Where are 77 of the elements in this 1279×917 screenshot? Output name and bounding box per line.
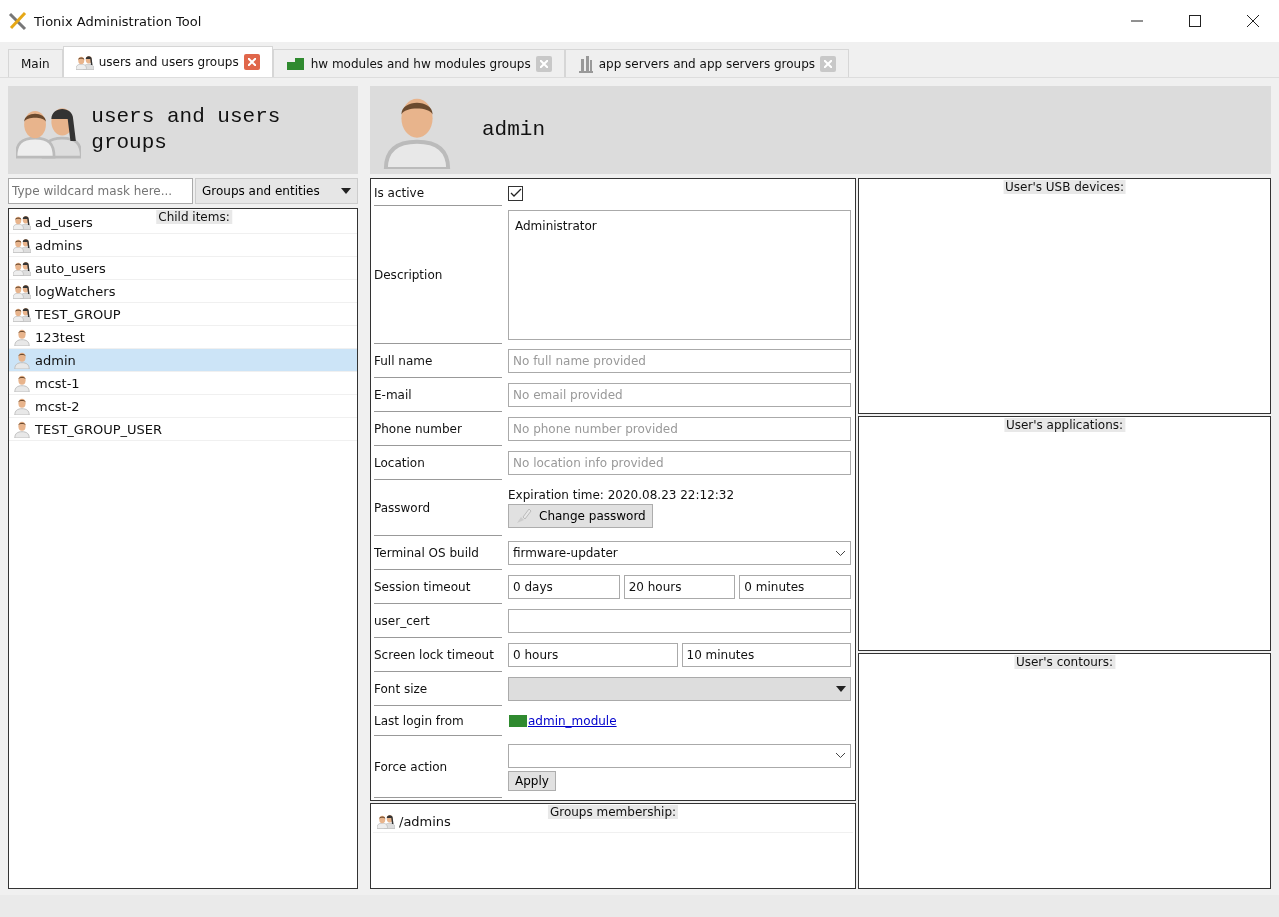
dropdown[interactable]: firmware-updater	[508, 541, 851, 565]
detail-title: admin	[482, 116, 545, 143]
input-field[interactable]: 20 hours	[623, 575, 736, 599]
list-caption: Child items:	[156, 210, 232, 224]
expiration-text: Expiration time: 2020.08.23 22:12:32	[508, 488, 736, 502]
filter-field[interactable]: Type wildcard mask here...	[8, 178, 193, 204]
input-field[interactable]: 10 minutes	[681, 643, 851, 667]
brush-icon	[515, 507, 533, 525]
list-item[interactable]: mcst-2	[9, 395, 357, 418]
mode-dropdown[interactable]: Groups and entities	[195, 178, 358, 204]
user-icon	[13, 374, 31, 392]
chevron-down-icon	[835, 752, 846, 759]
panel-caption: User's contours:	[1013, 655, 1116, 670]
description-field[interactable]: Administrator	[508, 210, 851, 340]
minimize-icon	[1131, 20, 1143, 22]
users-icon	[13, 213, 31, 231]
field-label: Full name	[374, 344, 502, 378]
input-field[interactable]	[508, 609, 851, 633]
panel-caption: User's USB devices:	[1003, 180, 1126, 194]
change-password-button[interactable]: Change password	[508, 504, 653, 528]
user-icon	[13, 397, 31, 415]
tools-icon	[8, 11, 28, 31]
checkbox[interactable]	[508, 185, 523, 201]
field-label: E-mail	[374, 378, 502, 412]
field-label: Description	[374, 206, 502, 344]
list-item[interactable]: admins	[9, 234, 357, 257]
panel-caption: User's applications:	[1003, 417, 1126, 432]
users-icon	[75, 53, 94, 71]
list-item[interactable]: TEST_GROUP_USER	[9, 418, 357, 441]
chevron-down-icon	[835, 549, 846, 557]
field-label: Force action	[374, 736, 502, 798]
field-label: Phone number	[374, 412, 502, 446]
field-label: Location	[374, 446, 502, 480]
list-item[interactable]: TEST_GROUP	[9, 303, 357, 326]
field-label: Last login from	[374, 706, 502, 736]
user-icon	[13, 420, 31, 438]
close-icon	[1247, 15, 1259, 27]
apply-button[interactable]: Apply	[508, 770, 556, 791]
link[interactable]: admin_module	[528, 714, 617, 728]
users-icon	[13, 236, 31, 254]
users-icon	[13, 259, 31, 277]
circuit-board-icon	[285, 55, 306, 72]
field-label: Font size	[374, 672, 502, 706]
close-icon[interactable]	[243, 54, 260, 70]
list-item[interactable]: auto_users	[9, 257, 357, 280]
dropdown-arrow-icon	[836, 686, 846, 692]
circuit-board-icon	[508, 714, 528, 728]
users-icon	[13, 282, 31, 300]
panel-caption: Groups membership:	[547, 805, 679, 819]
list-item[interactable]: admin	[9, 349, 357, 372]
close-icon[interactable]	[535, 55, 552, 72]
maximize-icon	[1189, 15, 1201, 27]
user-icon	[13, 351, 31, 369]
field-label: Is active	[374, 181, 502, 206]
dropdown-arrow-icon	[341, 188, 351, 194]
tab[interactable]: Main	[8, 49, 63, 77]
input-field[interactable]: 0 hours	[508, 643, 678, 667]
list-item[interactable]: mcst-1	[9, 372, 357, 395]
user-icon	[13, 328, 31, 346]
close-icon[interactable]	[820, 55, 837, 72]
tab[interactable]: hw modules and hw modules groups	[272, 49, 565, 77]
window-title: Tionix Administration Tool	[34, 13, 203, 29]
tab[interactable]: app servers and app servers groups	[564, 49, 850, 77]
field-label: user_cert	[374, 604, 502, 638]
dropdown[interactable]	[508, 743, 851, 768]
server-icon	[577, 54, 594, 73]
field-label: Session timeout	[374, 570, 502, 604]
field-label: Terminal OS build	[374, 536, 502, 570]
list-item[interactable]: logWatchers	[9, 280, 357, 303]
field-label: Screen lock timeout	[374, 638, 502, 672]
section-title: users and users groups	[91, 103, 282, 156]
input-field[interactable]: 0 minutes	[739, 575, 851, 599]
input-field[interactable]: 0 days	[508, 575, 620, 599]
field-label: Password	[374, 480, 502, 536]
users-icon	[377, 812, 395, 830]
users-icon	[13, 305, 31, 323]
tab[interactable]: users and users groups	[62, 46, 273, 77]
